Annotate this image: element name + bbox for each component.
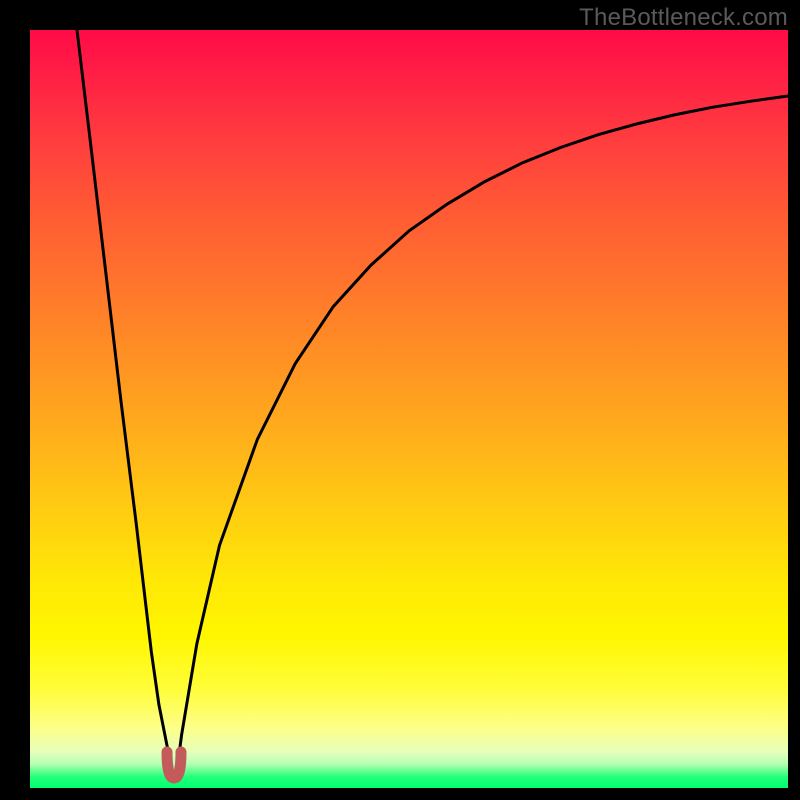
curve-right-branch: [177, 96, 788, 769]
curve-left-branch: [77, 30, 172, 769]
minimum-marker: [167, 752, 181, 778]
watermark-text: TheBottleneck.com: [579, 4, 788, 32]
plot-area: [30, 30, 788, 788]
chart-curve-layer: [30, 30, 788, 788]
chart-frame: TheBottleneck.com: [0, 0, 800, 800]
